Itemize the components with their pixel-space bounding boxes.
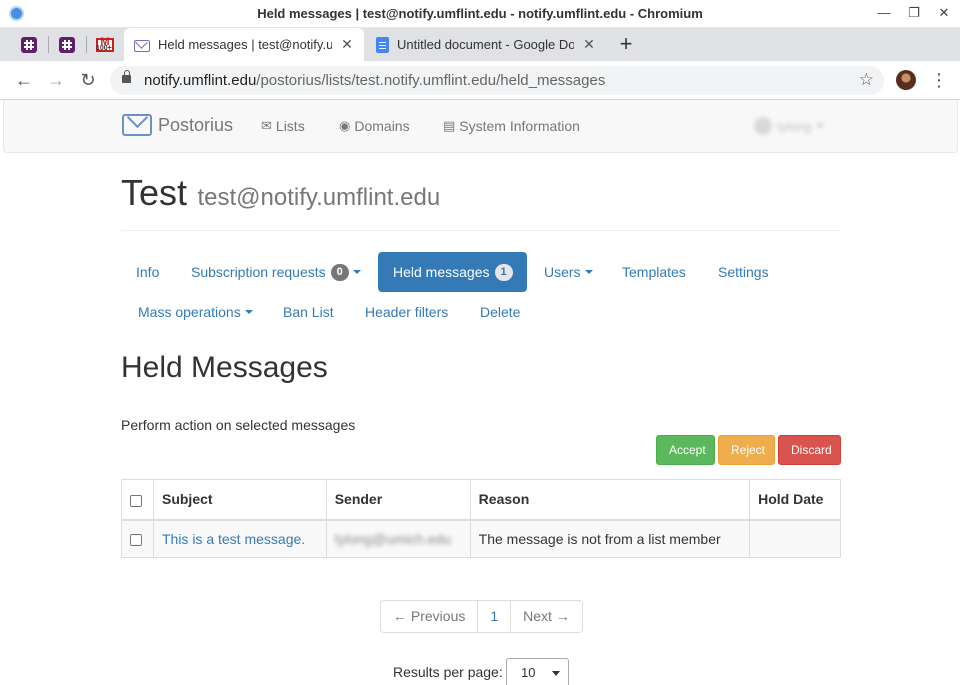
list-icon: ▤ <box>443 118 456 133</box>
divider <box>121 230 841 231</box>
sender-email: tylong@umich.edu <box>334 530 451 547</box>
action-label: Perform action on selected messages <box>121 417 356 433</box>
tab-title: Untitled document - Google Docs <box>397 37 574 52</box>
tab-held-messages[interactable]: Held messages 1 <box>378 252 527 292</box>
page-title: Test test@notify.umflint.edu <box>121 172 440 214</box>
tab-header-filters[interactable]: Header filters <box>350 292 463 332</box>
row-checkbox[interactable] <box>130 534 142 547</box>
tab-delete[interactable]: Delete <box>465 292 535 332</box>
chevron-down-icon <box>584 270 593 274</box>
tab-users[interactable]: Users <box>529 252 608 292</box>
pagination: ← Previous 1 Next → <box>380 600 583 633</box>
google-docs-icon <box>376 36 389 53</box>
tab-mass-operations[interactable]: Mass operations <box>123 292 268 332</box>
subscription-count-badge: 0 <box>330 263 349 281</box>
list-name: Test <box>121 172 188 213</box>
close-tab-icon[interactable]: ✕ <box>582 36 596 53</box>
previous-page-button[interactable]: ← Previous <box>380 600 479 633</box>
envelope-icon: ✉ <box>261 118 272 133</box>
tab-templates[interactable]: Templates <box>607 252 701 292</box>
user-name: tylong <box>777 118 812 134</box>
chevron-down-icon <box>815 124 824 128</box>
address-bar[interactable]: notify.umflint.edu/postorius/lists/test.… <box>110 66 884 95</box>
list-address: test@notify.umflint.edu <box>197 184 441 211</box>
subject-link[interactable]: This is a test message. <box>162 531 305 547</box>
browser-toolbar: ← → ↻ notify.umflint.edu/postorius/lists… <box>0 61 960 100</box>
window-title: Held messages | test@notify.umflint.edu … <box>257 6 703 21</box>
chevron-down-icon <box>352 270 361 274</box>
column-header-subject: Subject <box>152 479 327 520</box>
postorius-logo-icon <box>122 114 152 136</box>
held-messages-table: Subject Sender Reason Hold Date This is … <box>121 479 841 558</box>
window-titlebar: Held messages | test@notify.umflint.edu … <box>0 0 960 28</box>
nav-system-information[interactable]: ▤ System Information <box>443 118 580 134</box>
row-select-cell <box>121 519 154 558</box>
nav-lists[interactable]: ✉ Lists <box>261 118 305 134</box>
page-content: Postorius ✉ Lists ◉ Domains ▤ System Inf… <box>0 100 960 685</box>
section-heading: Held Messages <box>121 351 328 384</box>
subject-cell: This is a test message. <box>152 519 327 558</box>
tab-title: Held messages | test@notify.umflint.edu <box>158 37 332 52</box>
profile-avatar[interactable] <box>896 70 916 90</box>
browser-menu-icon[interactable]: ⋮ <box>930 70 948 90</box>
reload-icon[interactable]: ↻ <box>77 69 99 91</box>
pinned-tab-slack-2[interactable] <box>48 28 86 61</box>
tab-subscription-requests[interactable]: Subscription requests 0 <box>176 252 376 292</box>
discard-button[interactable]: Discard <box>778 435 841 465</box>
forward-icon[interactable]: → <box>45 69 67 91</box>
close-window-icon[interactable]: ✕ <box>936 5 952 21</box>
column-header-sender: Sender <box>325 479 471 520</box>
tab-strip: 100+ Held messages | test@notify.umflint… <box>0 28 960 61</box>
url-text[interactable]: notify.umflint.edu/postorius/lists/test.… <box>144 72 605 89</box>
slack-icon <box>59 36 75 53</box>
results-per-page-select[interactable]: 10 <box>506 658 569 685</box>
user-menu[interactable]: tylong <box>754 117 824 135</box>
brand-link[interactable]: Postorius <box>122 114 233 136</box>
tab-google-docs[interactable]: Untitled document - Google Docs ✕ <box>366 28 606 61</box>
minimize-icon[interactable]: — <box>876 5 892 21</box>
envelope-icon <box>134 39 150 52</box>
next-page-button[interactable]: Next → <box>510 600 583 633</box>
maximize-icon[interactable]: ❐ <box>906 5 922 21</box>
new-tab-icon[interactable]: + <box>614 31 638 57</box>
chevron-down-icon <box>244 310 253 314</box>
select-all-checkbox[interactable] <box>130 494 142 507</box>
table-row: This is a test message. tylong@umich.edu… <box>121 519 841 558</box>
bookmark-star-icon[interactable]: ☆ <box>859 70 874 90</box>
gmail-unread-badge: 100+ <box>96 45 112 52</box>
chevron-down-icon <box>552 671 560 676</box>
reason-cell: The message is not from a list member <box>469 519 751 558</box>
select-all-cell <box>121 479 154 520</box>
pinned-tab-slack-1[interactable] <box>10 28 48 61</box>
back-icon[interactable]: ← <box>13 69 35 91</box>
window-controls: — ❐ ✕ <box>876 5 952 21</box>
globe-icon: ◉ <box>339 118 351 133</box>
lock-icon <box>122 70 131 83</box>
brand-name: Postorius <box>158 114 234 135</box>
table-header-row: Subject Sender Reason Hold Date <box>121 479 841 520</box>
accept-button[interactable]: Accept <box>656 435 715 465</box>
slack-icon <box>21 36 37 53</box>
tab-ban-list[interactable]: Ban List <box>268 292 349 332</box>
close-tab-icon[interactable]: ✕ <box>340 36 354 53</box>
tab-settings[interactable]: Settings <box>703 252 784 292</box>
page-1-button[interactable]: 1 <box>477 600 512 633</box>
tab-info[interactable]: Info <box>121 252 174 292</box>
column-header-reason: Reason <box>469 479 751 520</box>
reject-button[interactable]: Reject <box>718 435 775 465</box>
hold-date-cell <box>749 519 841 558</box>
results-per-page-label: Results per page: <box>393 664 503 680</box>
column-header-hold-date: Hold Date <box>749 479 841 520</box>
user-icon <box>754 117 772 135</box>
pinned-tab-gmail[interactable]: 100+ <box>86 28 124 61</box>
sender-cell: tylong@umich.edu <box>325 519 471 558</box>
nav-domains[interactable]: ◉ Domains <box>339 118 410 134</box>
top-navbar: Postorius ✉ Lists ◉ Domains ▤ System Inf… <box>3 100 958 153</box>
held-count-badge: 1 <box>494 263 513 281</box>
tab-held-messages[interactable]: Held messages | test@notify.umflint.edu … <box>124 28 364 61</box>
